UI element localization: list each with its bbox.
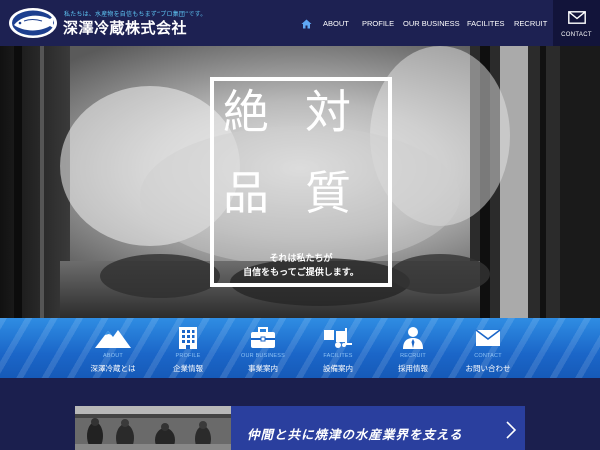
- category-en-label: CONTACT: [474, 353, 502, 359]
- category-facilites[interactable]: FACILITES 設備案内: [300, 323, 376, 378]
- headline-char: 対: [305, 85, 351, 139]
- category-en-label: ABOUT: [103, 353, 123, 359]
- category-jp-label: 事業案内: [248, 364, 278, 373]
- category-jp-label: お問い合わせ: [465, 364, 511, 373]
- headline-char: 絶: [223, 85, 269, 139]
- category-en-label: FACILITES: [323, 353, 353, 359]
- contact-button[interactable]: CONTACT: [553, 0, 600, 46]
- headline-char: 質: [305, 166, 351, 220]
- hero-section: 絶 対 品 質 それは私たちが 自信をもってご提供します。: [0, 46, 600, 318]
- hero-subtitle-line-2: 自信をもってご提供します。: [243, 268, 359, 278]
- category-recruit[interactable]: RECRUIT 採用情報: [375, 323, 451, 378]
- nav-about[interactable]: ABOUT: [323, 19, 349, 28]
- main-nav: ABOUT PROFILE OUR BUSINESS FACILITES REC…: [292, 0, 552, 46]
- category-en-label: RECRUIT: [400, 353, 426, 359]
- category-band: ABOUT 深澤冷蔵とは PROFILE 企業情報 OUR BUSINESS 事…: [0, 318, 600, 378]
- mail-icon: [567, 9, 586, 28]
- mountain-icon: [75, 325, 151, 351]
- company-name[interactable]: 深澤冷蔵株式会社: [63, 17, 187, 38]
- category-en-label: OUR BUSINESS: [241, 353, 285, 359]
- nav-our-business[interactable]: OUR BUSINESS: [403, 19, 460, 28]
- headline-frame: 絶 対 品 質 それは私たちが 自信をもってご提供します。: [210, 77, 392, 287]
- nav-recruit[interactable]: RECRUIT: [514, 19, 547, 28]
- home-icon: [301, 14, 312, 33]
- category-profile[interactable]: PROFILE 企業情報: [150, 323, 226, 378]
- hero-subtitle-line-1: それは私たちが: [269, 254, 333, 264]
- category-en-label: PROFILE: [175, 353, 201, 359]
- nav-profile[interactable]: PROFILE: [362, 19, 394, 28]
- briefcase-icon: [225, 325, 301, 351]
- contact-label: CONTACT: [561, 31, 592, 38]
- envelope-icon: [450, 325, 526, 351]
- person-icon: [375, 325, 451, 351]
- fish-emblem-logo[interactable]: [8, 7, 58, 39]
- nav-facilites[interactable]: FACILITES: [467, 19, 505, 28]
- category-about[interactable]: ABOUT 深澤冷蔵とは: [75, 323, 151, 378]
- category-contact[interactable]: CONTACT お問い合わせ: [450, 323, 526, 378]
- banner-photo: [75, 406, 231, 450]
- category-our-business[interactable]: OUR BUSINESS 事業案内: [225, 323, 301, 378]
- nav-home[interactable]: [292, 0, 320, 46]
- headline-char: 品: [223, 166, 269, 220]
- site-header: 私たちは、水産物を自信もちまず“プロ集団”です。 深澤冷蔵株式会社 ABOUT …: [0, 0, 600, 46]
- chevron-right-icon[interactable]: [505, 420, 517, 440]
- banner-text: 仲間と共に焼津の水産業界を支える: [247, 427, 463, 442]
- forklift-icon: [300, 325, 376, 351]
- recruit-banner[interactable]: 仲間と共に焼津の水産業界を支える: [75, 406, 525, 450]
- category-jp-label: 設備案内: [323, 364, 353, 373]
- building-icon: [150, 325, 226, 351]
- category-jp-label: 採用情報: [398, 364, 428, 373]
- category-jp-label: 深澤冷蔵とは: [90, 364, 136, 373]
- category-jp-label: 企業情報: [173, 364, 203, 373]
- lower-section: 仲間と共に焼津の水産業界を支える: [0, 378, 600, 450]
